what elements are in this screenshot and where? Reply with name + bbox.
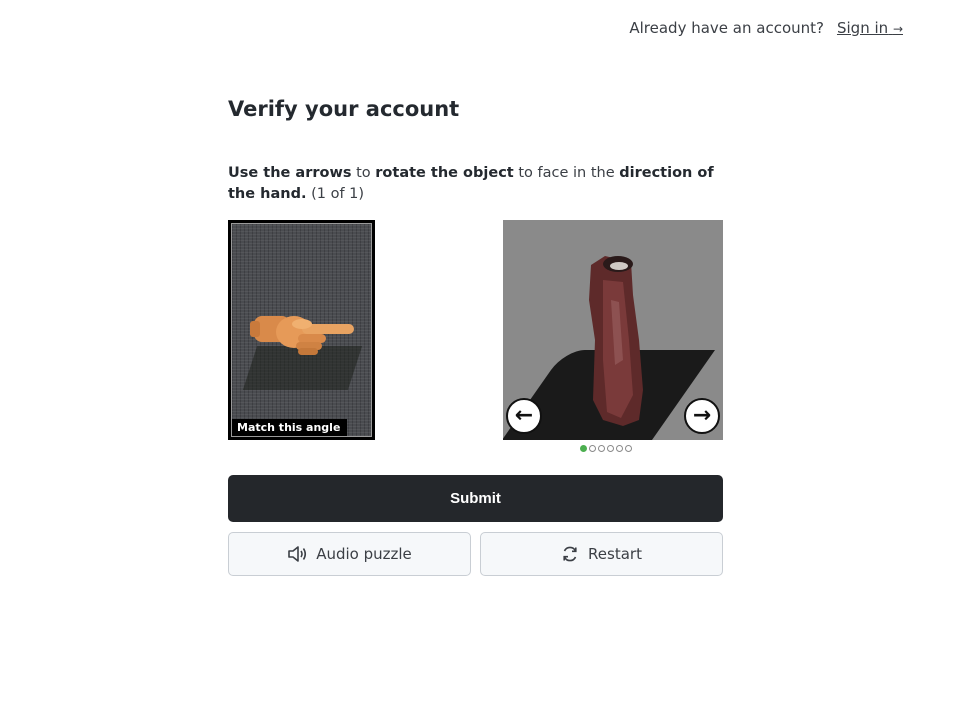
- position-indicator: [580, 445, 632, 452]
- audio-puzzle-label: Audio puzzle: [316, 545, 412, 563]
- instr-part-1: Use the arrows: [228, 165, 352, 181]
- rotate-left-button[interactable]: ←: [506, 398, 542, 434]
- instr-part-2: to: [351, 165, 376, 181]
- audio-puzzle-button[interactable]: Audio puzzle: [228, 532, 471, 576]
- signin-bar: Already have an account? Sign in →: [629, 19, 903, 37]
- submit-button[interactable]: Submit: [228, 475, 723, 522]
- instructions: Use the arrows to rotate the object to f…: [228, 163, 723, 205]
- object-rotation-view[interactable]: ← →: [503, 220, 723, 440]
- instr-part-4: to face in the: [513, 165, 620, 181]
- restart-button[interactable]: Restart: [480, 532, 723, 576]
- position-dot: [607, 445, 614, 452]
- pointing-hand-image: Match this angle: [231, 223, 372, 437]
- progress-text: (1 of 1): [306, 186, 365, 202]
- position-dot: [589, 445, 596, 452]
- pointing-hand-icon: [250, 316, 354, 355]
- speaker-icon: [288, 546, 307, 562]
- restart-label: Restart: [588, 545, 642, 563]
- position-dot: [598, 445, 605, 452]
- arrow-right-icon: →: [892, 22, 903, 36]
- refresh-icon: [563, 546, 577, 562]
- reference-image-frame: Match this angle: [228, 220, 375, 440]
- page-title: Verify your account: [228, 97, 460, 121]
- already-account-text: Already have an account?: [629, 19, 824, 37]
- position-dot: [580, 445, 587, 452]
- match-angle-label: Match this angle: [232, 419, 348, 436]
- instr-part-3: rotate the object: [375, 165, 514, 181]
- sign-in-link[interactable]: Sign in →: [837, 19, 903, 37]
- position-dot: [616, 445, 623, 452]
- rotate-right-button[interactable]: →: [684, 398, 720, 434]
- sign-in-label: Sign in: [836, 19, 889, 37]
- position-dot: [625, 445, 632, 452]
